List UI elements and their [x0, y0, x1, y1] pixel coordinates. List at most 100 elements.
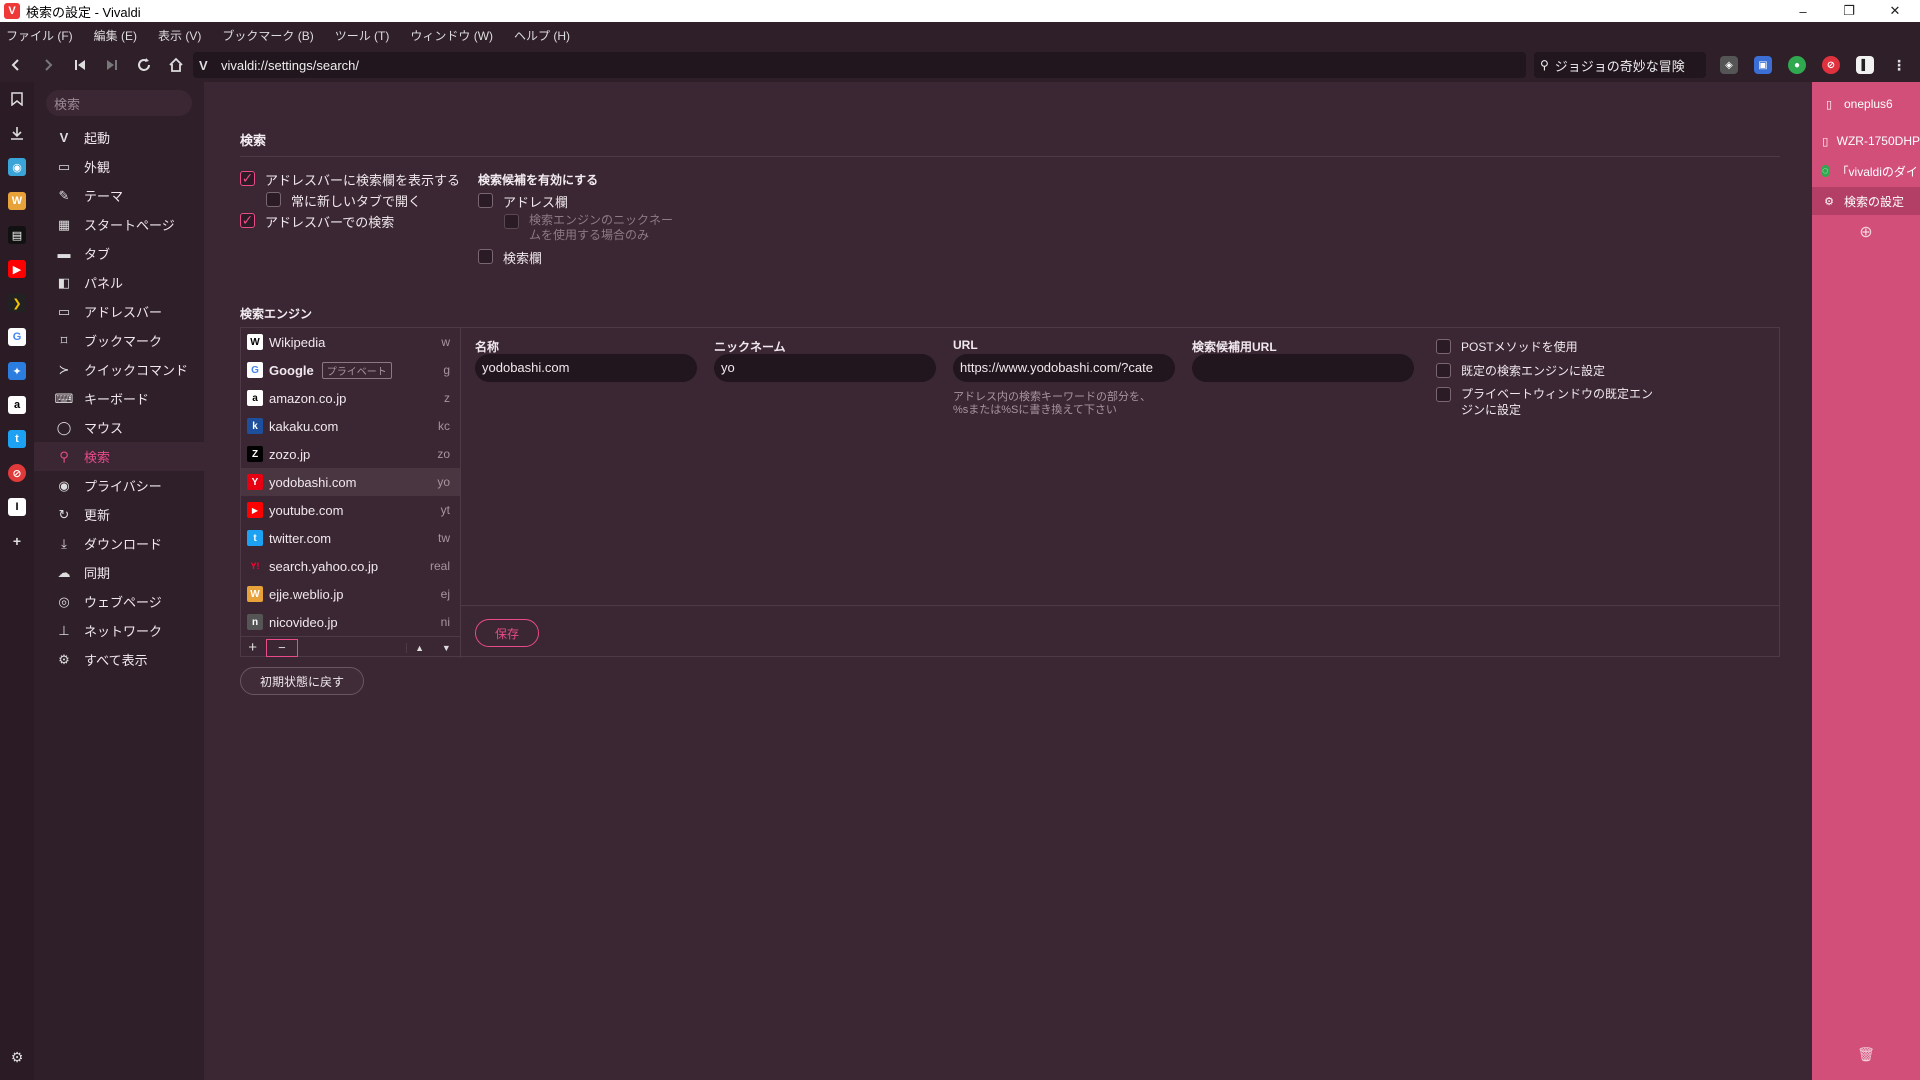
menu-view[interactable]: 表示 (V): [158, 27, 201, 44]
back-button[interactable]: [0, 48, 32, 82]
amazon-panel-icon[interactable]: a: [8, 396, 26, 414]
search-field[interactable]: ⚲ ジョジョの奇妙な冒険: [1534, 52, 1706, 78]
nav-item-themes[interactable]: ✎ テーマ: [34, 181, 204, 210]
web-panel-item-wzr[interactable]: ▯ WZR-1750DHP: [1812, 127, 1920, 155]
nickname-input[interactable]: yo: [714, 354, 936, 382]
vivaldi-logo-icon: V: [4, 3, 20, 19]
search-in-addressbar-checkbox[interactable]: ✓ アドレスバーでの検索: [240, 212, 394, 231]
move-down-button[interactable]: ▼: [433, 643, 460, 653]
more-menu-icon[interactable]: ⋮: [1890, 56, 1908, 74]
reload-button[interactable]: [128, 48, 160, 82]
nav-item-appearance[interactable]: ▭ 外観: [34, 152, 204, 181]
engine-row-twitter[interactable]: t twitter.com tw: [241, 524, 460, 552]
nav-item-webpages[interactable]: ◎ ウェブページ: [34, 587, 204, 616]
reset-button[interactable]: 初期状態に戻す: [240, 667, 364, 695]
suggest-nickname-only-checkbox[interactable]: 検索エンジンのニックネームを使用する場合のみ: [504, 213, 684, 243]
calendar-panel-icon[interactable]: ▤: [8, 226, 26, 244]
nav-item-quick-commands[interactable]: ≻ クイックコマンド: [34, 355, 204, 384]
engine-row-youtube[interactable]: ▶ youtube.com yt: [241, 496, 460, 524]
panel-bar: ◉ W ▤ ▶ ❯ G ✦ a t ⊘ I + ⚙: [0, 82, 34, 1080]
weblio-panel-icon[interactable]: W: [8, 192, 26, 210]
panel-toggle-icon[interactable]: ▌: [1856, 56, 1874, 74]
checkbox-label: 常に新しいタブで開く: [291, 194, 422, 209]
engine-row-zozo[interactable]: Zzozo.jp zo: [241, 440, 460, 468]
set-private-default-checkbox[interactable]: プライベートウィンドウの既定エンジンに設定: [1436, 386, 1656, 418]
nav-item-addressbar[interactable]: ▭ アドレスバー: [34, 297, 204, 326]
web-panel-item-oneplus6[interactable]: ▯ oneplus6: [1812, 90, 1920, 118]
nav-item-search[interactable]: ⚲ 検索: [34, 442, 204, 471]
block-extension-icon[interactable]: ⊘: [1822, 56, 1840, 74]
forward-panel-icon[interactable]: ❯: [8, 294, 26, 312]
instapaper-panel-icon[interactable]: I: [8, 498, 26, 516]
nav-item-mouse[interactable]: ◯ マウス: [34, 413, 204, 442]
add-engine-button[interactable]: +: [241, 639, 264, 656]
always-new-tab-checkbox[interactable]: 常に新しいタブで開く: [266, 191, 421, 210]
menu-tools[interactable]: ツール (T): [335, 27, 390, 44]
settings-gear-icon[interactable]: ⚙: [8, 1048, 26, 1066]
shield-extension-icon[interactable]: ◈: [1720, 56, 1738, 74]
engine-row-weblio[interactable]: Wejje.weblio.jp ej: [241, 580, 460, 608]
address-field[interactable]: V vivaldi://settings/search/: [193, 52, 1526, 78]
web-panel-item-vivaldi[interactable]: ◌ 「vivaldiのダイレ: [1812, 157, 1920, 185]
nav-item-update[interactable]: ↻ 更新: [34, 500, 204, 529]
set-default-checkbox[interactable]: 既定の検索エンジンに設定: [1436, 362, 1605, 379]
web-panel-item-search-settings[interactable]: ⚙ 検索の設定: [1812, 187, 1920, 215]
bitwarden-extension-icon[interactable]: ▣: [1754, 56, 1772, 74]
show-search-field-checkbox[interactable]: ✓ アドレスバーに検索欄を表示する: [240, 170, 460, 189]
suggest-searchfield-checkbox[interactable]: 検索欄: [478, 248, 542, 267]
menu-file[interactable]: ファイル (F): [6, 27, 73, 44]
nav-item-show-all[interactable]: ⚙ すべて表示: [34, 645, 204, 674]
trash-icon[interactable]: 🗑: [1856, 1046, 1876, 1063]
nav-item-keyboard[interactable]: ⌨ キーボード: [34, 384, 204, 413]
maps-panel-icon[interactable]: ◉: [8, 158, 26, 176]
url-input[interactable]: https://www.yodobashi.com/?cate: [953, 354, 1175, 382]
nav-item-startup[interactable]: V 起動: [34, 123, 204, 152]
move-up-button[interactable]: ▲: [405, 642, 433, 653]
engine-row-google[interactable]: G Google プライベート g: [241, 356, 460, 384]
rewind-button[interactable]: [64, 48, 96, 82]
menu-window[interactable]: ウィンドウ (W): [410, 27, 493, 44]
engine-row-amazon[interactable]: a amazon.co.jp z: [241, 384, 460, 412]
nav-item-label: 検索: [84, 450, 111, 465]
engine-row-nicovideo[interactable]: n nicovideo.jp ni: [241, 608, 460, 636]
fast-forward-button[interactable]: [96, 48, 128, 82]
google-panel-icon[interactable]: G: [8, 328, 26, 346]
compass-panel-icon[interactable]: ⊘: [8, 464, 26, 482]
forward-button[interactable]: [32, 48, 64, 82]
engine-row-wikipedia[interactable]: W Wikipedia w: [241, 328, 460, 356]
nav-item-network[interactable]: ⊥ ネットワーク: [34, 616, 204, 645]
name-input[interactable]: yodobashi.com: [475, 354, 697, 382]
translate-panel-icon[interactable]: ✦: [8, 362, 26, 380]
close-button[interactable]: ✕: [1872, 0, 1918, 22]
youtube-panel-icon[interactable]: ▶: [8, 260, 26, 278]
bookmarks-panel-icon[interactable]: [8, 90, 26, 108]
engine-row-yahoo[interactable]: Y! search.yahoo.co.jp real: [241, 552, 460, 580]
evernote-extension-icon[interactable]: ●: [1788, 56, 1806, 74]
menu-bookmarks[interactable]: ブックマーク (B): [222, 27, 313, 44]
twitter-icon: t: [247, 530, 263, 546]
menu-help[interactable]: ヘルプ (H): [514, 27, 570, 44]
suggest-address-checkbox[interactable]: アドレス欄: [478, 192, 568, 211]
save-button[interactable]: 保存: [475, 619, 539, 647]
nav-item-panels[interactable]: ◧ パネル: [34, 268, 204, 297]
settings-search-input[interactable]: 検索: [46, 90, 192, 116]
engine-row-yodobashi[interactable]: Yyodobashi.com yo: [241, 468, 460, 496]
nav-item-privacy[interactable]: ◉ プライバシー: [34, 471, 204, 500]
menu-edit[interactable]: 編集 (E): [94, 27, 137, 44]
nav-item-startpage[interactable]: ▦ スタートページ: [34, 210, 204, 239]
nav-item-downloads[interactable]: ⤓ ダウンロード: [34, 529, 204, 558]
minimize-button[interactable]: –: [1780, 0, 1826, 22]
add-panel-icon[interactable]: +: [8, 532, 26, 550]
nav-item-sync[interactable]: ☁ 同期: [34, 558, 204, 587]
post-method-checkbox[interactable]: POSTメソッドを使用: [1436, 338, 1578, 355]
engine-row-kakaku[interactable]: k kakaku.com kc: [241, 412, 460, 440]
remove-engine-button[interactable]: −: [266, 638, 298, 657]
downloads-panel-icon[interactable]: [8, 124, 26, 142]
home-button[interactable]: [160, 48, 192, 82]
twitter-panel-icon[interactable]: t: [8, 430, 26, 448]
nav-item-tabs[interactable]: ▬ タブ: [34, 239, 204, 268]
restore-button[interactable]: ❐: [1826, 0, 1872, 22]
nav-item-bookmarks[interactable]: ⌑ ブックマーク: [34, 326, 204, 355]
add-web-panel-icon[interactable]: ⊕: [1856, 222, 1876, 242]
suggest-url-input[interactable]: [1192, 354, 1414, 382]
